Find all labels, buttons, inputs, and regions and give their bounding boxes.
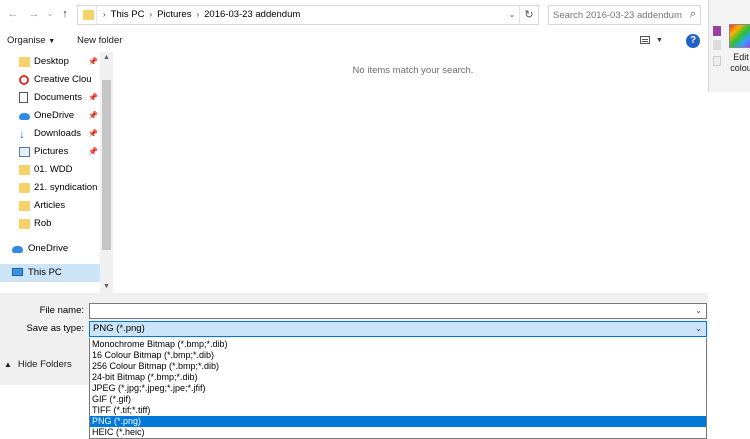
- onedrive-icon: [12, 246, 23, 253]
- pin-icon: 📌: [88, 57, 98, 66]
- organise-button[interactable]: Organise ▼: [7, 30, 55, 52]
- chevron-right-icon[interactable]: ›: [144, 6, 157, 24]
- chevron-down-icon[interactable]: ⌄: [695, 322, 702, 336]
- pin-icon: 📌: [88, 147, 98, 156]
- file-list-area[interactable]: No items match your search.: [113, 52, 708, 293]
- nav-item-articles[interactable]: Articles: [0, 197, 100, 215]
- save-type-dropdown-list: Monochrome Bitmap (*.bmp;*.dib) 16 Colou…: [89, 338, 707, 439]
- breadcrumb-this-pc[interactable]: This PC: [111, 6, 145, 24]
- onedrive-icon: [19, 113, 30, 120]
- nav-item-21-syndication[interactable]: 21. syndication: [0, 179, 100, 197]
- search-box[interactable]: ⌕: [548, 5, 701, 25]
- background-paint-window: Edit colou: [708, 0, 750, 92]
- folder-icon: [19, 183, 30, 193]
- pin-icon: 📌: [88, 93, 98, 102]
- breadcrumb: › This PC › Pictures › 2016-03-23 addendum: [98, 6, 300, 24]
- search-input[interactable]: [553, 7, 683, 23]
- desktop-folder-icon: [19, 57, 30, 67]
- nav-item-downloads[interactable]: ↓ Downloads 📌: [0, 125, 100, 143]
- edit-colours-icon[interactable]: [729, 24, 750, 48]
- nav-item-creative-cloud[interactable]: Creative Clou: [0, 71, 100, 89]
- save-type-option[interactable]: Monochrome Bitmap (*.bmp;*.dib): [90, 339, 706, 350]
- documents-icon: [19, 92, 28, 103]
- file-name-combobox[interactable]: ⌄: [89, 303, 707, 319]
- pin-icon: 📌: [88, 129, 98, 138]
- chevron-up-icon: ▲: [4, 360, 12, 369]
- back-arrow-icon[interactable]: ←: [6, 7, 20, 21]
- save-type-option[interactable]: 24-bit Bitmap (*.bmp;*.dib): [90, 372, 706, 383]
- chevron-down-icon[interactable]: ⌄: [695, 304, 702, 318]
- nav-item-onedrive[interactable]: OneDrive: [0, 240, 100, 258]
- downloads-icon: ↓: [19, 127, 25, 141]
- scroll-thumb[interactable]: [102, 80, 111, 250]
- save-type-option[interactable]: HEIC (*.heic): [90, 427, 706, 438]
- this-pc-icon: [12, 268, 23, 276]
- folder-icon: [19, 165, 30, 175]
- pictures-icon: [19, 147, 30, 157]
- empty-results-message: No items match your search.: [352, 65, 474, 76]
- chevron-right-icon[interactable]: ›: [98, 6, 111, 24]
- nav-item-desktop[interactable]: Desktop 📌: [0, 53, 100, 71]
- up-arrow-icon[interactable]: ↑: [58, 7, 72, 21]
- save-type-selected-value: PNG (*.png): [93, 323, 145, 334]
- nav-scrollbar[interactable]: ▲ ▼: [100, 52, 113, 293]
- colour-swatch-grey[interactable]: [713, 40, 721, 50]
- nav-item-this-pc[interactable]: This PC: [0, 264, 100, 282]
- file-name-label: File name:: [39, 305, 84, 316]
- chevron-right-icon[interactable]: ›: [191, 6, 204, 24]
- nav-item-pictures[interactable]: Pictures 📌: [0, 143, 100, 161]
- address-history-dropdown-icon[interactable]: ⌄: [506, 6, 518, 24]
- chevron-down-icon: ▼: [48, 38, 56, 45]
- edit-colours-label[interactable]: Edit colou: [729, 52, 750, 74]
- forward-arrow-icon[interactable]: →: [27, 7, 41, 21]
- breadcrumb-current-folder[interactable]: 2016-03-23 addendum: [204, 6, 300, 24]
- view-details-icon: [640, 36, 650, 44]
- breadcrumb-pictures[interactable]: Pictures: [157, 6, 191, 24]
- save-type-label: Save as type:: [26, 323, 84, 334]
- save-type-option-selected[interactable]: PNG (*.png): [90, 416, 706, 427]
- search-icon[interactable]: ⌕: [690, 8, 696, 21]
- help-button[interactable]: ?: [686, 34, 700, 48]
- command-toolbar: Organise ▼ New folder ▼ ?: [0, 30, 708, 52]
- pin-icon: 📌: [88, 111, 98, 120]
- nav-item-onedrive-quick[interactable]: OneDrive 📌: [0, 107, 100, 125]
- save-type-option[interactable]: 256 Colour Bitmap (*.bmp;*.dib): [90, 361, 706, 372]
- recent-locations-chevron-icon[interactable]: ⌄: [43, 7, 57, 21]
- colour-swatch-purple[interactable]: [713, 26, 721, 36]
- colour-swatch-light[interactable]: [713, 56, 721, 66]
- save-as-dialog: ← → ⌄ ↑ › This PC › Pictures › 2016-03-23 add…: [0, 0, 708, 385]
- chevron-down-icon: ▼: [656, 37, 663, 44]
- scroll-up-icon[interactable]: ▲: [100, 52, 113, 64]
- new-folder-button[interactable]: New folder: [77, 30, 122, 52]
- navigation-pane: Desktop 📌 Creative Clou Documents 📌 OneD…: [0, 52, 113, 293]
- change-view-button[interactable]: ▼: [640, 34, 666, 48]
- folder-icon: [19, 219, 30, 229]
- hide-folders-button[interactable]: ▲ Hide Folders: [4, 359, 72, 370]
- nav-item-rob[interactable]: Rob: [0, 215, 100, 233]
- save-type-option[interactable]: 16 Colour Bitmap (*.bmp;*.dib): [90, 350, 706, 361]
- save-type-option[interactable]: TIFF (*.tif;*.tiff): [90, 405, 706, 416]
- file-name-input[interactable]: [90, 304, 686, 318]
- creative-cloud-icon: [19, 75, 29, 85]
- nav-item-documents[interactable]: Documents 📌: [0, 89, 100, 107]
- save-type-select[interactable]: PNG (*.png) ⌄: [89, 321, 707, 337]
- save-type-option[interactable]: JPEG (*.jpg;*.jpeg;*.jpe;*.jfif): [90, 383, 706, 394]
- nav-item-01-wdd[interactable]: 01. WDD: [0, 161, 100, 179]
- address-bar[interactable]: › This PC › Pictures › 2016-03-23 addendum ⌄ …: [77, 5, 539, 25]
- scroll-down-icon[interactable]: ▼: [100, 281, 113, 293]
- folder-icon: [83, 10, 94, 20]
- refresh-icon[interactable]: ↻: [519, 6, 538, 24]
- folder-icon: [19, 201, 30, 211]
- save-type-option[interactable]: GIF (*.gif): [90, 394, 706, 405]
